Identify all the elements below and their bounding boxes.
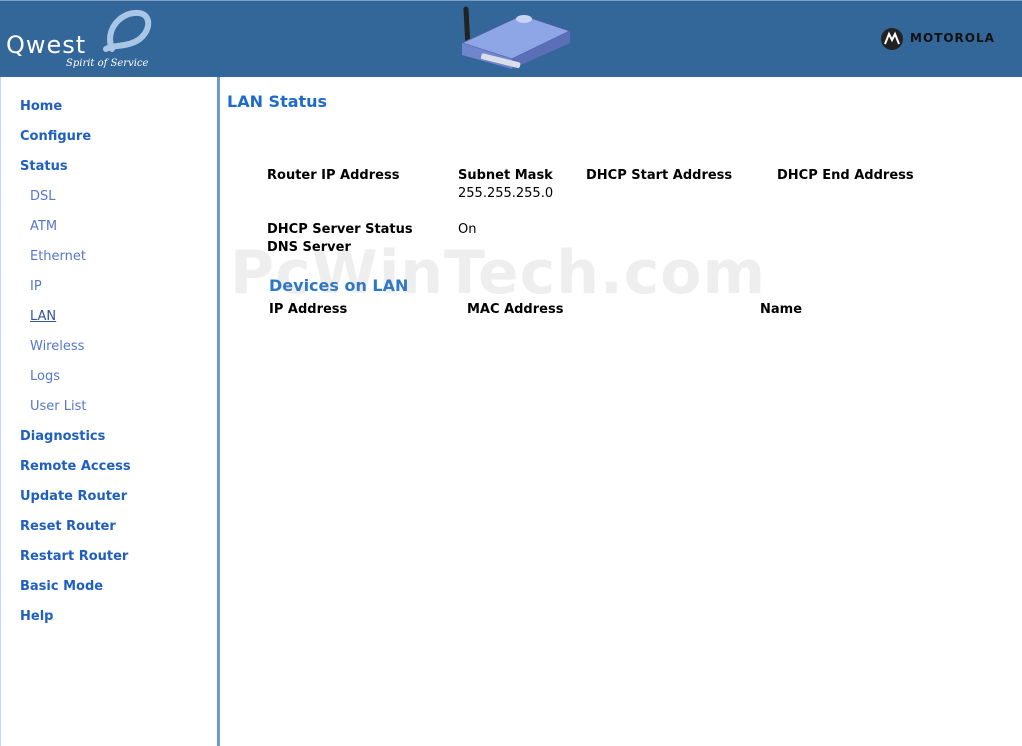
qwest-tagline: Spirit of Service xyxy=(66,58,149,69)
sidebar-item-lan[interactable]: LAN xyxy=(30,309,56,324)
motorola-m-icon xyxy=(881,28,903,50)
column-name: Name xyxy=(760,302,803,317)
main-content: LAN Status Router IP Address Subnet Mask… xyxy=(220,77,1022,746)
column-ip-address: IP Address xyxy=(269,302,348,317)
sidebar-item-status[interactable]: Status xyxy=(20,159,68,174)
qwest-logo: Qwest Spirit of Service xyxy=(4,9,154,73)
sidebar-item-dsl[interactable]: DSL xyxy=(30,189,56,204)
header-banner: Qwest Spirit of Service MOTOROLA xyxy=(0,0,1022,77)
sidebar-item-basic-mode[interactable]: Basic Mode xyxy=(20,579,103,594)
motorola-text: MOTOROLA xyxy=(910,31,995,45)
subnet-mask-label: Subnet Mask xyxy=(458,168,553,183)
page-title: LAN Status xyxy=(227,92,328,111)
sidebar-item-ethernet[interactable]: Ethernet xyxy=(30,249,86,264)
dhcp-server-status-value: On xyxy=(458,222,477,237)
sidebar-item-atm[interactable]: ATM xyxy=(30,219,57,234)
column-mac-address: MAC Address xyxy=(467,302,564,317)
subnet-mask-value: 255.255.255.0 xyxy=(458,186,554,201)
sidebar-item-remote-access[interactable]: Remote Access xyxy=(20,459,131,474)
sidebar-item-help[interactable]: Help xyxy=(20,609,53,624)
sidebar-item-wireless[interactable]: Wireless xyxy=(30,339,84,354)
sidebar-item-user-list[interactable]: User List xyxy=(30,399,87,414)
dns-server-label: DNS Server xyxy=(267,240,351,255)
sidebar-item-home[interactable]: Home xyxy=(20,99,62,114)
sidebar-item-restart-router[interactable]: Restart Router xyxy=(20,549,128,564)
router-image xyxy=(460,6,572,69)
qwest-brand-text: Qwest xyxy=(6,31,87,59)
devices-on-lan-title: Devices on LAN xyxy=(269,276,409,295)
dhcp-server-status-label: DHCP Server Status xyxy=(267,222,413,237)
sidebar-item-configure[interactable]: Configure xyxy=(20,129,91,144)
dhcp-start-label: DHCP Start Address xyxy=(586,168,733,183)
sidebar-item-diagnostics[interactable]: Diagnostics xyxy=(20,429,105,444)
sidebar-item-ip[interactable]: IP xyxy=(30,279,42,294)
dhcp-end-label: DHCP End Address xyxy=(777,168,914,183)
sidebar-nav: Home Configure Status DSL ATM Ethernet I… xyxy=(0,77,220,746)
sidebar-item-logs[interactable]: Logs xyxy=(30,369,60,384)
router-ip-label: Router IP Address xyxy=(267,168,400,183)
sidebar-item-update-router[interactable]: Update Router xyxy=(20,489,127,504)
sidebar-item-reset-router[interactable]: Reset Router xyxy=(20,519,116,534)
